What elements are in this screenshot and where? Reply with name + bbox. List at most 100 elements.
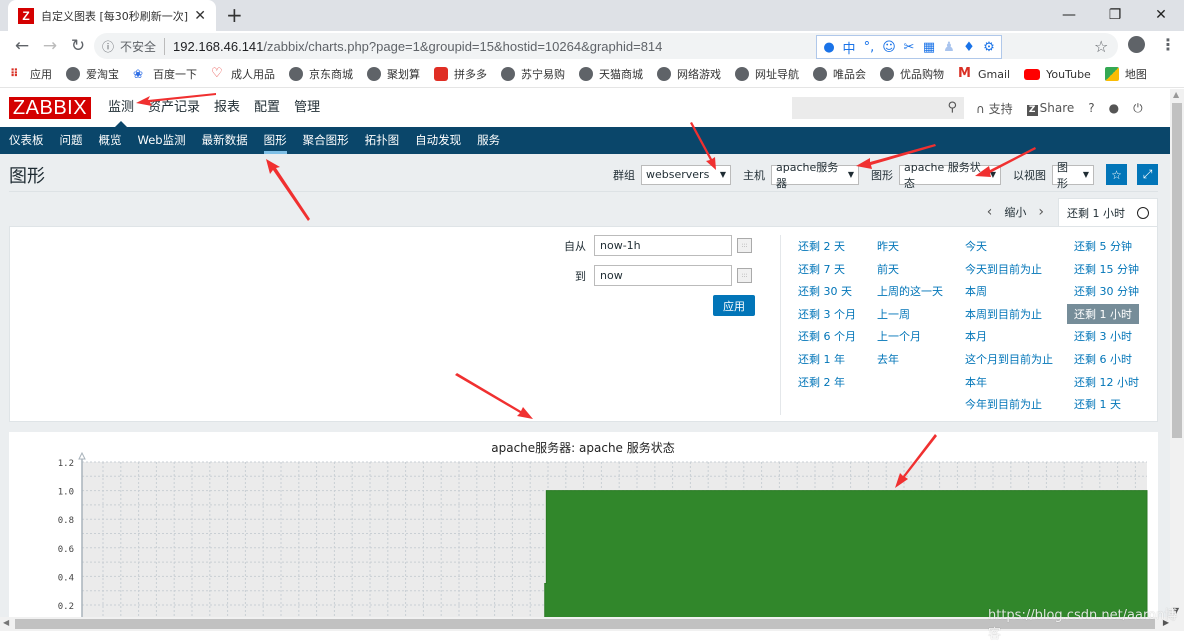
user-profile-icon[interactable]: ●: [1109, 101, 1119, 115]
quick-range-link[interactable]: 还剩 2 年: [798, 374, 845, 390]
bookmark-youtube[interactable]: YouTube: [1024, 68, 1091, 81]
menu-reports[interactable]: 报表: [214, 89, 248, 127]
submenu-discovery[interactable]: 自动发现: [415, 127, 461, 154]
reload-button[interactable]: ↻: [64, 36, 92, 56]
quick-range-link[interactable]: 还剩 3 小时: [1074, 328, 1132, 344]
support-link[interactable]: ∩ 支持: [976, 100, 1013, 117]
to-input[interactable]: now: [594, 265, 732, 286]
submenu-dashboard[interactable]: 仪表板: [9, 127, 44, 154]
calendar-icon[interactable]: :::: [737, 268, 752, 283]
menu-monitoring[interactable]: 监测: [108, 89, 142, 127]
help-link[interactable]: ?: [1088, 101, 1094, 115]
quick-range-link[interactable]: 还剩 6 小时: [1074, 351, 1132, 367]
graph-select[interactable]: apache 服务状态 ▼: [899, 161, 1001, 190]
share-link[interactable]: Z Share: [1026, 101, 1074, 116]
quick-range-link[interactable]: 本月: [965, 328, 987, 344]
quick-range-link[interactable]: 还剩 1 天: [1074, 396, 1121, 412]
submenu-screens[interactable]: 聚合图形: [303, 127, 349, 154]
submenu-overview[interactable]: 概览: [99, 127, 122, 154]
quick-range-link[interactable]: 还剩 12 小时: [1074, 374, 1139, 390]
submenu-maps[interactable]: 拓扑图: [365, 127, 400, 154]
calendar-icon[interactable]: :::: [737, 238, 752, 253]
vertical-scroll-thumb[interactable]: [1172, 103, 1182, 438]
zabbix-logo[interactable]: ZABBIX: [9, 97, 91, 119]
quick-range-link[interactable]: 去年: [877, 351, 899, 367]
quick-range-link[interactable]: 还剩 6 个月: [798, 328, 856, 344]
ime-settings-icon[interactable]: ⚙: [981, 40, 997, 55]
menu-inventory[interactable]: 资产记录: [148, 89, 208, 127]
quick-range-link[interactable]: 还剩 15 分钟: [1074, 261, 1139, 277]
ime-emoji-icon[interactable]: ☺: [881, 40, 897, 55]
quick-range-link[interactable]: 上一周: [877, 306, 910, 322]
info-icon[interactable]: ⓘ: [102, 38, 114, 55]
global-search-input[interactable]: ⚲: [792, 97, 964, 119]
ime-scissors-icon[interactable]: ✂: [901, 40, 917, 55]
bookmark-jd[interactable]: 京东商城: [289, 66, 353, 82]
quick-range-link[interactable]: 昨天: [877, 238, 899, 254]
menu-configuration[interactable]: 配置: [254, 89, 288, 127]
scroll-left-icon[interactable]: ◀: [3, 618, 9, 627]
close-window-button[interactable]: ✕: [1138, 0, 1184, 29]
bookmark-nav[interactable]: 网址导航: [735, 66, 799, 82]
graph-chart[interactable]: apache服务器: apache 服务状态 0.2 0.4 0.6 0.8 1.0 1.2: [9, 432, 1158, 622]
ime-chinese-icon[interactable]: 中: [841, 38, 857, 57]
ime-user-icon[interactable]: ●: [821, 40, 837, 55]
bookmark-vip[interactable]: 唯品会: [813, 66, 866, 82]
bookmark-pinduoduo[interactable]: 拼多多: [434, 66, 487, 82]
fullscreen-button[interactable]: ⤢: [1137, 164, 1158, 185]
bookmark-apps[interactable]: ⠿ 应用: [10, 66, 52, 82]
quick-range-link[interactable]: 还剩 5 分钟: [1074, 238, 1132, 254]
tab-close-icon[interactable]: ✕: [194, 8, 206, 24]
ime-punct-icon[interactable]: °,: [861, 40, 877, 55]
submenu-latest-data[interactable]: 最新数据: [202, 127, 248, 154]
bookmark-baidu[interactable]: ❀ 百度一下: [133, 66, 197, 82]
menu-administration[interactable]: 管理: [294, 89, 328, 127]
quick-range-link[interactable]: 还剩 1 年: [798, 351, 845, 367]
bookmark-maps[interactable]: 地图: [1104, 66, 1147, 82]
view-as-select[interactable]: 图形 ▼: [1052, 161, 1094, 190]
submenu-services[interactable]: 服务: [477, 127, 500, 154]
bookmark-star-icon[interactable]: ☆: [1094, 37, 1108, 56]
prev-period-icon[interactable]: ‹: [987, 204, 993, 220]
quick-range-link[interactable]: 还剩 1 小时: [1067, 303, 1139, 324]
quick-range-link[interactable]: 本周: [965, 283, 987, 299]
quick-range-link[interactable]: 还剩 30 天: [798, 283, 852, 299]
logout-icon[interactable]: ⏻: [1133, 101, 1143, 116]
browser-menu-icon[interactable]: ⋮: [1160, 35, 1176, 54]
quick-range-link[interactable]: 还剩 3 个月: [798, 306, 856, 322]
profile-icon[interactable]: [1128, 36, 1145, 53]
submenu-graphs[interactable]: 图形: [263, 127, 287, 154]
bookmark-aitaobao[interactable]: 爱淘宝: [66, 66, 119, 82]
bookmark-youpin[interactable]: 优品购物: [880, 66, 944, 82]
quick-range-link[interactable]: 这个月到目前为止: [965, 351, 1053, 367]
host-select[interactable]: apache服务器 ▼: [771, 161, 859, 190]
bookmark-suning[interactable]: 苏宁易购: [501, 66, 565, 82]
bookmark-adult[interactable]: ♡ 成人用品: [211, 66, 275, 82]
favorite-star-button[interactable]: ☆: [1106, 164, 1127, 185]
forward-button[interactable]: →: [36, 36, 64, 56]
ime-person-icon[interactable]: ♟: [941, 40, 957, 55]
apply-button[interactable]: 应用: [713, 295, 755, 316]
quick-range-link[interactable]: 本周到目前为止: [965, 306, 1042, 322]
vertical-scrollbar[interactable]: ▲ ▼: [1170, 89, 1184, 617]
back-button[interactable]: ←: [8, 36, 36, 56]
bookmark-games[interactable]: 网络游戏: [657, 66, 721, 82]
search-icon[interactable]: ⚲: [947, 100, 957, 115]
submenu-problems[interactable]: 问题: [60, 127, 83, 154]
quick-range-link[interactable]: 上一个月: [877, 328, 921, 344]
from-input[interactable]: now-1h: [594, 235, 732, 256]
horizontal-scroll-thumb[interactable]: [15, 619, 1155, 629]
zoom-out-button[interactable]: 缩小: [1004, 204, 1026, 220]
quick-range-link[interactable]: 今天到目前为止: [965, 261, 1042, 277]
quick-range-link[interactable]: 前天: [877, 261, 899, 277]
time-period-tab[interactable]: 还剩 1 小时: [1058, 198, 1158, 226]
browser-tab[interactable]: Z 自定义图表 [每30秒刷新一次] ✕: [8, 0, 216, 31]
quick-range-link[interactable]: 上周的这一天: [877, 283, 943, 299]
quick-range-link[interactable]: 还剩 7 天: [798, 261, 845, 277]
submenu-web[interactable]: Web监测: [138, 127, 186, 154]
quick-range-link[interactable]: 本年: [965, 374, 987, 390]
quick-range-link[interactable]: 还剩 2 天: [798, 238, 845, 254]
bookmark-gmail[interactable]: M Gmail: [958, 67, 1010, 81]
ime-shirt-icon[interactable]: ♦: [961, 40, 977, 55]
quick-range-link[interactable]: 今年到目前为止: [965, 396, 1042, 412]
